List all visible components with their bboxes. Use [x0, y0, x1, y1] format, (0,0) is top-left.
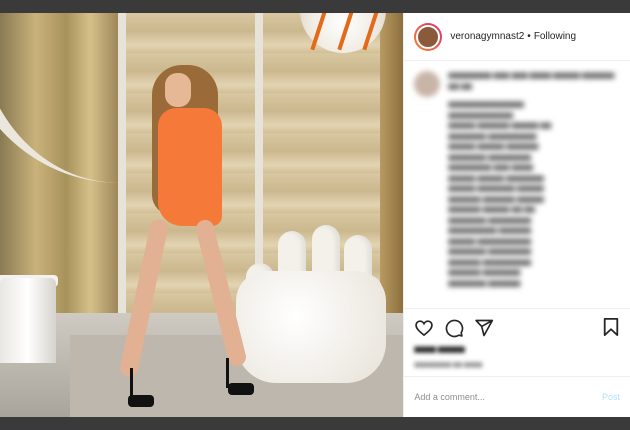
caption-avatar	[414, 71, 441, 97]
avatar-image	[416, 24, 441, 49]
curtain-right	[380, 13, 404, 333]
person-face	[165, 73, 191, 107]
person-bodysuit	[158, 108, 222, 226]
separator-dot: •	[527, 31, 531, 42]
avatar[interactable]	[414, 22, 443, 51]
window-frame	[118, 13, 126, 323]
following-button[interactable]: Following	[534, 31, 576, 42]
comment-bar: Add a comment... Post	[404, 376, 630, 417]
comment-input[interactable]: Add a comment...	[414, 392, 485, 402]
post-date-blurred: ▆▆▆▆▆▆▆▆ ▆▆ ▆▆▆▆	[414, 362, 483, 368]
shoe	[128, 395, 154, 407]
username-link[interactable]: veronagymnast2	[450, 31, 524, 42]
heel	[130, 368, 133, 398]
pedestal	[0, 278, 56, 363]
action-bar: ▆▆▆▆ ▆▆▆▆▆ ▆▆▆▆▆▆▆▆ ▆▆ ▆▆▆▆	[404, 308, 630, 370]
post-comment-button[interactable]: Post	[602, 392, 620, 402]
caption-text-blurred: ▆▆▆▆▆▆▆▆ ▆▆▆ ▆▆▆ ▆▆▆▆ ▆▆▆▆▆ ▆▆▆▆▆▆ ▆▆ ▆▆…	[448, 72, 615, 287]
post-header: veronagymnast2 • Following	[404, 13, 630, 61]
bookmark-icon[interactable]	[602, 317, 620, 337]
heart-icon[interactable]	[414, 318, 434, 338]
post-photo[interactable]	[0, 13, 404, 417]
hand-chair	[236, 271, 386, 383]
shoe	[228, 383, 254, 395]
caption-area-blurred: ▆▆▆▆▆▆▆▆ ▆▆▆ ▆▆▆ ▆▆▆▆ ▆▆▆▆▆ ▆▆▆▆▆▆ ▆▆ ▆▆…	[404, 61, 630, 308]
post-modal: veronagymnast2 • Following ▆▆▆▆▆▆▆▆ ▆▆▆ …	[0, 13, 630, 417]
comment-icon[interactable]	[444, 318, 464, 338]
share-icon[interactable]	[474, 318, 494, 338]
likes-count-blurred: ▆▆▆▆ ▆▆▆▆▆	[414, 346, 465, 353]
post-side-panel: veronagymnast2 • Following ▆▆▆▆▆▆▆▆ ▆▆▆ …	[403, 13, 630, 417]
